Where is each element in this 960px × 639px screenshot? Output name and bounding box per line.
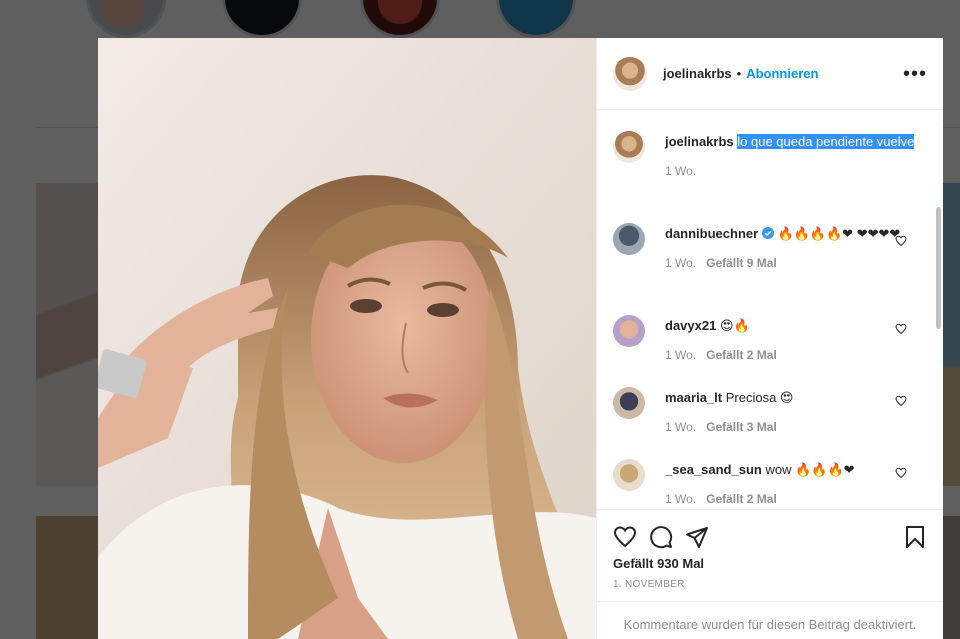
comment-time[interactable]: 1 Wo. (665, 254, 696, 272)
like-comment-icon[interactable] (895, 235, 907, 247)
caption-avatar[interactable] (613, 131, 645, 163)
comment-time[interactable]: 1 Wo. (665, 346, 696, 364)
post-actions: Gefällt 930 Mal 1. NOVEMBER (597, 509, 943, 590)
comment-text: 🔥🔥🔥🔥❤ ❤❤❤❤ (777, 226, 901, 241)
comment-likes[interactable]: Gefällt 2 Mal (706, 346, 777, 364)
action-icons (613, 522, 927, 552)
like-comment-icon[interactable] (895, 323, 907, 335)
comment-avatar[interactable] (613, 459, 645, 491)
comments-scrollbar[interactable] (936, 207, 941, 329)
bookmark-icon[interactable] (903, 525, 927, 549)
post-likes-count[interactable]: Gefällt 930 Mal (613, 556, 927, 571)
comment-avatar[interactable] (613, 223, 645, 255)
comment-username[interactable]: maaria_lt (665, 390, 722, 405)
like-icon[interactable] (613, 525, 637, 549)
comment-time[interactable]: 1 Wo. (665, 490, 696, 508)
follow-button[interactable]: Abonnieren (746, 66, 818, 81)
verified-badge-icon (761, 227, 774, 239)
comment-username[interactable]: _sea_sand_sun (665, 462, 762, 477)
post-sidebar: joelinakrbs • Abonnieren ••• joelinakrbs… (596, 38, 943, 639)
post-photo[interactable] (98, 38, 596, 639)
comment-time[interactable]: 1 Wo. (665, 418, 696, 436)
comments-list[interactable]: joelinakrbs lo que queda pendiente vuelv… (597, 111, 943, 509)
separator-dot: • (736, 66, 742, 81)
comment-meta: 1 Wo. Gefällt 2 Mal (665, 346, 927, 364)
comment-likes[interactable]: Gefällt 2 Mal (706, 490, 777, 508)
comment-username[interactable]: dannibuechner (665, 226, 758, 241)
comment-avatar[interactable] (613, 387, 645, 419)
comment-item: maaria_lt Preciosa 😍 1 Wo. Gefällt 3 Mal (613, 387, 927, 436)
comment-meta: 1 Wo. Gefällt 3 Mal (665, 418, 927, 436)
comment-icon[interactable] (649, 525, 673, 549)
author-avatar[interactable] (613, 56, 647, 91)
post-header: joelinakrbs • Abonnieren ••• (597, 38, 943, 110)
caption-meta: 1 Wo. (665, 162, 927, 180)
post-date[interactable]: 1. NOVEMBER (613, 579, 927, 590)
comment-text: 😍🔥 (719, 318, 750, 333)
caption-time[interactable]: 1 Wo. (665, 162, 696, 180)
caption-item: joelinakrbs lo que queda pendiente vuelv… (613, 131, 927, 180)
comment-text: wow 🔥🔥🔥❤ (765, 462, 855, 477)
comment-likes[interactable]: Gefällt 3 Mal (706, 418, 777, 436)
caption-text: lo que queda pendiente vuelve (737, 134, 915, 149)
comment-meta: 1 Wo. Gefällt 9 Mal (665, 254, 927, 272)
selfie-image (98, 38, 596, 639)
comment-avatar[interactable] (613, 315, 645, 347)
more-icon[interactable]: ••• (903, 64, 927, 84)
like-comment-icon[interactable] (895, 467, 907, 479)
comment-meta: 1 Wo. Gefällt 2 Mal (665, 490, 927, 508)
author-username[interactable]: joelinakrbs (663, 66, 732, 81)
post-modal: joelinakrbs • Abonnieren ••• joelinakrbs… (98, 38, 943, 639)
comment-item: dannibuechner 🔥🔥🔥🔥❤ ❤❤❤❤ 1 Wo. Gefällt 9… (613, 223, 927, 272)
like-comment-icon[interactable] (895, 395, 907, 407)
comment-username[interactable]: davyx21 (665, 318, 716, 333)
comments-disabled-notice: Kommentare wurden für diesen Beitrag dea… (597, 601, 943, 634)
comment-item: davyx21 😍🔥 1 Wo. Gefällt 2 Mal (613, 315, 927, 364)
comment-likes[interactable]: Gefällt 9 Mal (706, 254, 777, 272)
caption-username[interactable]: joelinakrbs (665, 134, 734, 149)
comment-item: _sea_sand_sun wow 🔥🔥🔥❤ 1 Wo. Gefällt 2 M… (613, 459, 927, 508)
share-icon[interactable] (685, 525, 709, 549)
comment-text: Preciosa 😍 (725, 390, 794, 405)
